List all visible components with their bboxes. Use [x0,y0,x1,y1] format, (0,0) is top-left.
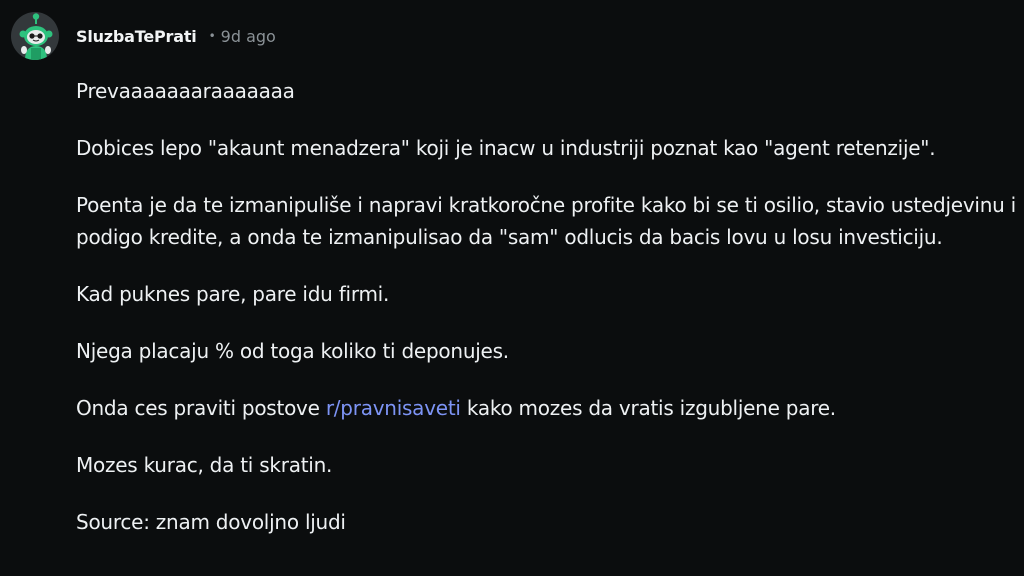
paragraph-text: kako mozes da vratis izgubljene pare. [460,396,836,420]
author-username[interactable]: SluzbaTePrati [76,27,197,46]
comment-body: Prevaaaaaaaraaaaaaa Dobices lepo "akaunt… [76,75,1016,563]
avatar[interactable] [11,12,59,60]
comment-paragraph: Prevaaaaaaaraaaaaaa [76,79,295,103]
comment-paragraph: Dobices lepo "akaunt menadzera" koji je … [76,136,936,160]
comment-timestamp[interactable]: 9d ago [221,27,276,46]
comment-paragraph: Poenta je da te izmanipuliše i napravi k… [76,193,1016,249]
comment-paragraph: Mozes kurac, da ti skratin. [76,453,333,477]
comment-paragraph: Source: znam dovoljno ljudi [76,510,346,534]
comment-meta: SluzbaTePrati • 9d ago [76,25,276,47]
subreddit-link[interactable]: r/pravnisaveti [326,396,461,420]
snoo-avatar-icon [19,13,53,60]
meta-separator: • [208,29,216,43]
comment-paragraph: Kad puknes pare, pare idu firmi. [76,282,390,306]
paragraph-text: Onda ces praviti postove [76,396,326,420]
comment-paragraph: Njega placaju % od toga koliko ti deponu… [76,339,509,363]
comment-paragraph: Onda ces praviti postove r/pravnisaveti … [76,392,1016,424]
comment: SluzbaTePrati • 9d ago Prevaaaaaaaraaaaa… [0,0,1024,576]
